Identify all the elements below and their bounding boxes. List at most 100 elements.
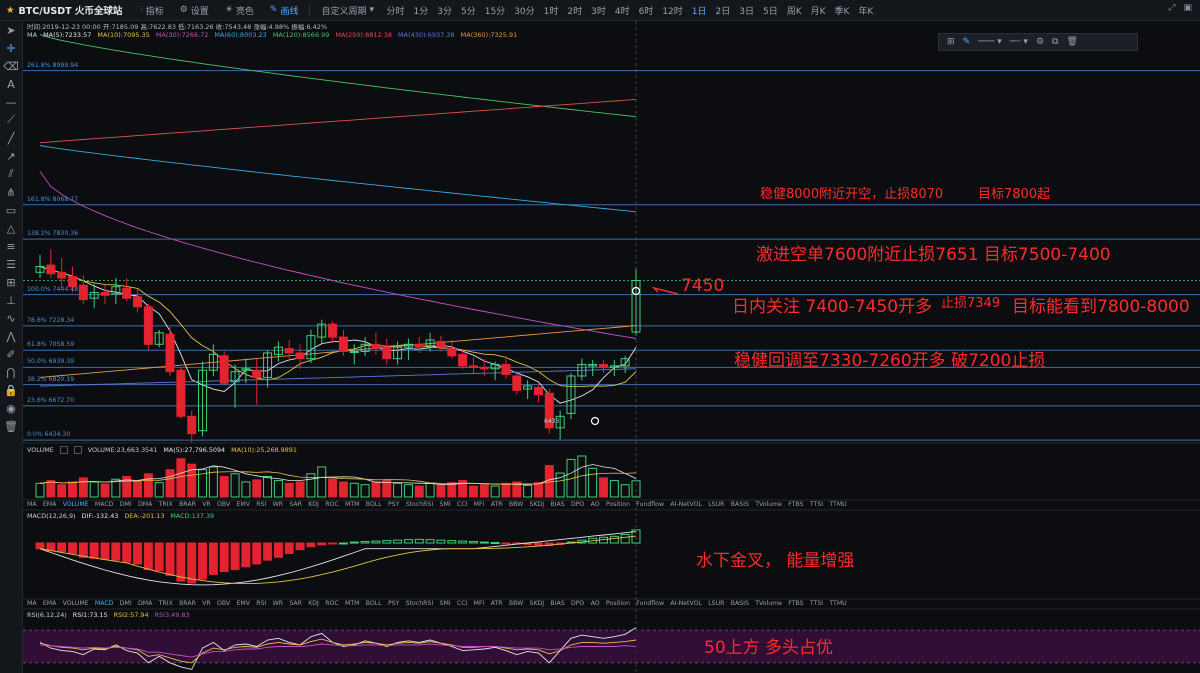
indicator-tab[interactable]: VR: [202, 501, 211, 508]
trash-icon[interactable]: 🗑: [1066, 37, 1077, 47]
indicator-tab[interactable]: BASIS: [731, 501, 749, 508]
indicator-tab[interactable]: VOLUME: [63, 501, 89, 508]
indicator-tab[interactable]: CCI: [457, 600, 467, 607]
grid-icon[interactable]: ⊞: [947, 37, 955, 47]
period-tab[interactable]: 6时: [634, 4, 658, 17]
indicator-tab[interactable]: RSI: [256, 600, 266, 607]
indicator-tab[interactable]: SMI: [440, 600, 451, 607]
indicator-tab[interactable]: AI-NetVOL: [670, 501, 702, 508]
fullscreen-icon[interactable]: ⤢: [1168, 3, 1175, 13]
line-style-dropdown[interactable]: ─── ▾: [978, 37, 1002, 47]
indicator-tab[interactable]: SKDJ: [530, 600, 545, 607]
line-width-dropdown[interactable]: ─┄ ▾: [1010, 37, 1028, 47]
settings-icon[interactable]: ⚙: [1036, 37, 1044, 47]
period-tab[interactable]: 3日: [735, 4, 759, 17]
period-tab[interactable]: 30分: [510, 4, 539, 17]
text-icon[interactable]: A: [0, 75, 22, 93]
indicator-tab[interactable]: AO: [591, 501, 600, 508]
indicator-tab[interactable]: SAR: [289, 600, 302, 607]
indicator-tab[interactable]: OBV: [217, 600, 230, 607]
custom-period-dropdown[interactable]: 自定义周期 ▾: [313, 4, 382, 17]
indicator-tab[interactable]: BBW: [509, 600, 523, 607]
toolbar-indicator[interactable]: ⫶ 指标: [132, 4, 171, 17]
brush-icon[interactable]: ✐: [0, 345, 22, 363]
indicator-tab[interactable]: MTM: [345, 501, 359, 508]
symbol-selector[interactable]: ★ BTC/USDT 火币全球站: [0, 3, 132, 18]
magnet-icon[interactable]: ⋂: [0, 363, 22, 381]
period-tab[interactable]: 2时: [563, 4, 587, 17]
segment-icon[interactable]: ╱: [0, 129, 22, 147]
drawing-floating-toolbar[interactable]: ⊞ ✎ ─── ▾ ─┄ ▾ ⚙ ⧉ 🗑: [938, 33, 1138, 51]
indicator-tab[interactable]: PSY: [388, 600, 399, 607]
indicator-tab[interactable]: BIAS: [550, 501, 564, 508]
indicator-tab[interactable]: StochRSI: [406, 600, 434, 607]
rectangle-icon[interactable]: ▭: [0, 201, 22, 219]
indicator-tab[interactable]: BIAS: [550, 600, 564, 607]
indicator-tab[interactable]: DPO: [571, 600, 584, 607]
indicator-tab[interactable]: FTBS: [788, 501, 803, 508]
indicator-tab[interactable]: BRAR: [179, 501, 196, 508]
arrow-line-icon[interactable]: ↗: [0, 147, 22, 165]
favorite-star-icon[interactable]: ★: [6, 5, 15, 16]
indicator-tab[interactable]: DMI: [120, 501, 132, 508]
period-tab[interactable]: 分时: [382, 4, 409, 17]
period-tab[interactable]: 月K: [806, 4, 830, 17]
indicator-tab[interactable]: OBV: [217, 501, 230, 508]
indicator-tab[interactable]: VOLUME: [63, 600, 89, 607]
indicator-tab[interactable]: MFI: [474, 600, 485, 607]
indicator-tab[interactable]: SMI: [440, 501, 451, 508]
close-icon[interactable]: [73, 446, 82, 454]
period-tab[interactable]: 季K: [830, 4, 854, 17]
hide-drawings-icon[interactable]: ◉: [0, 399, 22, 417]
indicator-tab[interactable]: WR: [273, 501, 283, 508]
period-tab[interactable]: 2日: [711, 4, 735, 17]
indicator-tab[interactable]: TRIX: [159, 600, 173, 607]
indicator-tab[interactable]: MA: [27, 501, 37, 508]
measure-icon[interactable]: ⊥: [0, 291, 22, 309]
period-tab[interactable]: 年K: [854, 4, 878, 17]
indicator-tab[interactable]: AI-NetVOL: [670, 600, 702, 607]
period-tab[interactable]: 15分: [480, 4, 509, 17]
indicator-tab[interactable]: TRIX: [159, 501, 173, 508]
toolbar-brightness[interactable]: ☀ 亮色: [217, 4, 262, 17]
indicator-tab[interactable]: FTBS: [788, 600, 803, 607]
fib-extension-icon[interactable]: ☰: [0, 255, 22, 273]
indicator-tab[interactable]: TTMU: [829, 600, 846, 607]
crosshair-icon[interactable]: ✛: [0, 39, 22, 57]
period-tab[interactable]: 1时: [539, 4, 563, 17]
indicator-tab[interactable]: StochRSI: [406, 501, 434, 508]
indicator-tab[interactable]: DMA: [138, 600, 152, 607]
wave-icon[interactable]: ∿: [0, 309, 22, 327]
period-tab[interactable]: 1分: [409, 4, 433, 17]
settings-icon[interactable]: [59, 446, 68, 454]
ray-icon[interactable]: ⟋: [0, 111, 22, 129]
indicator-tab[interactable]: Position: [606, 501, 630, 508]
elliott-icon[interactable]: ⋀: [0, 327, 22, 345]
indicator-tab[interactable]: SKDJ: [530, 501, 545, 508]
indicator-tab[interactable]: ROC: [325, 501, 339, 508]
indicator-tab[interactable]: TTSI: [810, 501, 823, 508]
parallel-channel-icon[interactable]: ⫽: [0, 165, 22, 183]
pitchfork-icon[interactable]: ⋔: [0, 183, 22, 201]
indicator-tab[interactable]: MFI: [474, 501, 485, 508]
indicator-tab[interactable]: LSUR: [708, 501, 724, 508]
indicator-tab[interactable]: ROC: [325, 600, 339, 607]
toolbar-drawing[interactable]: ✎ 画线: [262, 4, 307, 17]
delete-drawings-icon[interactable]: 🗑: [0, 417, 22, 435]
indicator-tab[interactable]: DPO: [571, 501, 584, 508]
indicator-tab[interactable]: BBW: [509, 501, 523, 508]
cursor-icon[interactable]: ➤: [0, 21, 22, 39]
indicator-tab[interactable]: TVolume: [755, 600, 782, 607]
pen-icon[interactable]: ✎: [963, 37, 971, 47]
indicator-tab[interactable]: LSUR: [708, 600, 724, 607]
indicator-tab[interactable]: BOLL: [366, 501, 382, 508]
gann-icon[interactable]: ⊞: [0, 273, 22, 291]
indicator-tab[interactable]: EMA: [43, 600, 56, 607]
indicator-tab[interactable]: Position: [606, 600, 630, 607]
period-tab[interactable]: 12时: [658, 4, 687, 17]
indicator-tab[interactable]: TTMU: [829, 501, 846, 508]
indicator-tab[interactable]: Fundflow: [636, 501, 664, 508]
indicator-tab[interactable]: TVolume: [755, 501, 782, 508]
indicator-tab[interactable]: MA: [27, 600, 37, 607]
indicator-tab[interactable]: RSI: [256, 501, 266, 508]
